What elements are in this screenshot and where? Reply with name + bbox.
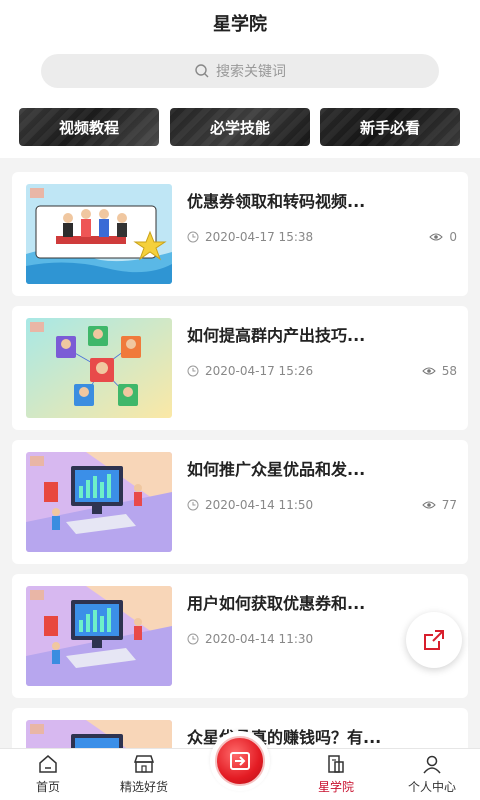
clock-icon [187,633,199,645]
search-bar-container: 搜索关键词 [0,46,480,98]
tab-label: 精选好货 [119,780,168,794]
article-card[interactable]: 用户如何获取优惠券和... 2020-04-14 11:30 [12,574,468,698]
academy-icon [328,755,344,773]
article-title: 如何提高群内产出技巧... [187,326,366,345]
bottom-tab-bar: 首页 精选好货 星学院 个人中心 [0,731,480,800]
tab-star-academy[interactable]: 星学院 [288,753,384,799]
article-date: 2020-04-14 11:50 [205,498,314,512]
article-card[interactable]: 优惠券领取和转码视频... 2020-04-17 15:38 0 [12,172,468,296]
category-label: 必学技能 [209,118,270,137]
user-icon [423,755,441,774]
article-meta: 2020-04-14 11:50 77 [187,496,457,514]
center-action-button[interactable] [210,731,270,791]
enter-icon [230,752,250,770]
article-title: 优惠券领取和转码视频... [187,192,366,211]
category-label: 视频教程 [58,118,119,137]
clock-icon [187,365,199,377]
article-meta: 2020-04-17 15:38 0 [187,228,457,246]
article-thumbnail [26,586,172,686]
home-icon [39,755,57,773]
tab-label: 星学院 [317,780,354,794]
article-card[interactable]: 如何提高群内产出技巧... 2020-04-17 15:26 58 [12,306,468,430]
tab-label: 首页 [35,780,60,794]
category-beginner-guide[interactable]: 新手必看 [320,108,460,146]
app-header: 星学院 [0,0,480,46]
category-row: 视频教程 必学技能 新手必看 [0,98,480,158]
article-view-count: 77 [441,498,457,512]
tab-featured-goods[interactable]: 精选好货 [96,753,192,799]
category-essential-skills[interactable]: 必学技能 [170,108,310,146]
tab-home[interactable]: 首页 [0,753,96,799]
article-thumbnail [26,184,172,284]
article-thumbnail [26,318,172,418]
article-title: 用户如何获取优惠券和... [187,594,366,613]
search-placeholder: 搜索关键词 [216,64,286,80]
share-icon [424,630,444,650]
search-input[interactable]: 搜索关键词 [41,54,439,88]
article-date: 2020-04-17 15:26 [205,364,314,378]
article-view-count: 58 [441,364,457,378]
article-thumbnail [26,452,172,552]
tab-profile[interactable]: 个人中心 [384,753,480,799]
eye-icon [429,233,444,241]
page-title: 星学院 [213,14,267,35]
tab-label: 个人中心 [407,780,456,794]
article-views: 77 [422,498,457,512]
article-view-count: 0 [449,230,457,244]
eye-icon [422,501,436,509]
center-action-circle [215,736,265,786]
article-date: 2020-04-14 11:30 [205,632,314,646]
article-meta: 2020-04-17 15:26 58 [187,362,457,380]
clock-icon [187,499,199,511]
article-card[interactable]: 如何推广众星优品和发... 2020-04-14 11:50 77 [12,440,468,564]
search-icon [195,64,209,78]
eye-icon [422,367,436,375]
article-date: 2020-04-17 15:38 [205,230,314,244]
share-fab[interactable] [406,612,462,668]
article-views: 58 [422,364,457,378]
clock-icon [187,231,199,243]
shop-icon [133,755,155,773]
article-views: 0 [429,230,457,244]
category-label: 新手必看 [359,118,420,137]
article-title: 如何推广众星优品和发... [187,460,366,479]
category-video-tutorial[interactable]: 视频教程 [19,108,159,146]
